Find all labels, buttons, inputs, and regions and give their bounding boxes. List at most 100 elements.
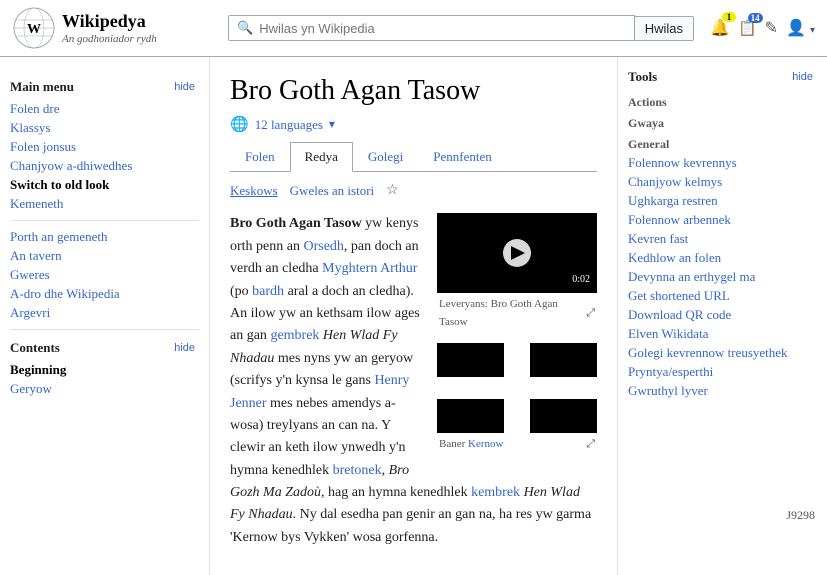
sidebar-item-beginning[interactable]: Beginning xyxy=(10,362,199,378)
star-icon[interactable]: ☆ xyxy=(386,182,399,199)
video-thumbnail[interactable]: 0:02 xyxy=(437,213,597,293)
sidebar-divider-2 xyxy=(10,329,199,330)
tools-item-lyver[interactable]: Gwruthyl lyver xyxy=(628,383,817,399)
tools-item-folennow-kevrennys[interactable]: Folennow kevrennys xyxy=(628,155,817,171)
tools-header: Tools hide xyxy=(628,69,817,85)
sidebar-item-folen-dre[interactable]: Folen dre xyxy=(10,101,199,117)
sidebar-item-a-dro[interactable]: A-dro dhe Wikipedia xyxy=(10,286,199,302)
sidebar-item-chanjyow[interactable]: Chanjyow a-dhiwedhes xyxy=(10,158,199,174)
expand-icon-2[interactable]: ⤢ xyxy=(586,436,595,454)
orsedh-link[interactable]: Orsedh xyxy=(303,239,343,254)
main-nav: Folen dre Klassys Folen jonsus Chanjyow … xyxy=(10,101,199,212)
tools-links: Folennow kevrennys Chanjyow kelmys Ughka… xyxy=(628,155,817,399)
sidebar-item-argevri[interactable]: Argevri xyxy=(10,305,199,321)
cornwall-flag-image[interactable] xyxy=(437,343,597,433)
tools-item-kedhlow[interactable]: Kedhlow an folen xyxy=(628,250,817,266)
tools-section-general: General xyxy=(628,137,817,152)
bretonek-link[interactable]: bretonek xyxy=(333,463,382,478)
lang-link[interactable]: 12 languages xyxy=(255,117,323,133)
alerts-icon: 🔔 xyxy=(710,20,730,37)
watchlist-icon: 📋 xyxy=(738,21,757,37)
tools-item-devynna[interactable]: Devynna an erthygel ma xyxy=(628,269,817,285)
wikipedia-logo: W xyxy=(12,6,56,50)
tools-hide-button[interactable]: hide xyxy=(788,70,817,84)
sidebar: Main menu hide Folen dre Klassys Folen j… xyxy=(0,57,210,575)
user-icon-container[interactable]: 👤 ▾ xyxy=(786,18,815,38)
alerts-icon-container[interactable]: 🔔 1 xyxy=(710,18,730,38)
article-body: 0:02 Leveryans: Bro Goth Agan Tasow ⤢ Ba… xyxy=(230,213,597,559)
tools-item-kevren-fast[interactable]: Kevren fast xyxy=(628,231,817,247)
tools-item-qr-code[interactable]: Download QR code xyxy=(628,307,817,323)
kembrek-link[interactable]: kembrek xyxy=(471,485,520,500)
sidebar-item-tavern[interactable]: An tavern xyxy=(10,248,199,264)
tab-folen[interactable]: Folen xyxy=(230,142,290,171)
subtabs-row: Keskows Gweles an istori ☆ xyxy=(230,182,597,199)
contributions-icon: ✎ xyxy=(765,20,778,37)
tools-title: Tools xyxy=(628,69,657,85)
image-caption: Baner Kernow ⤢ xyxy=(437,433,597,457)
header-icons: 🔔 1 📋 14 ✎ 👤 ▾ xyxy=(710,18,815,38)
expand-icon[interactable]: ⤢ xyxy=(586,305,595,323)
main-menu-title: Main menu xyxy=(10,79,74,95)
sidebar-item-gweres[interactable]: Gweres xyxy=(10,267,199,283)
site-name: Wikipedya xyxy=(62,11,157,33)
sidebar-item-folen-jonsus[interactable]: Folen jonsus xyxy=(10,139,199,155)
chevron-down-icon: ▾ xyxy=(329,117,335,132)
main-menu-hide-button[interactable]: hide xyxy=(170,80,199,94)
contents-nav: Beginning Geryow xyxy=(10,362,199,397)
bardh-link[interactable]: bardh xyxy=(252,284,284,299)
video-caption: Leveryans: Bro Goth Agan Tasow ⤢ xyxy=(437,293,597,334)
search-input[interactable] xyxy=(259,21,626,36)
page-title: Bro Goth Agan Tasow xyxy=(230,73,597,109)
tools-item-wikidata[interactable]: Elven Wikidata xyxy=(628,326,817,342)
contents-hide-button[interactable]: hide xyxy=(170,341,199,355)
tab-redya[interactable]: Redya xyxy=(290,142,353,172)
tools-panel: Tools hide Actions Gwaya General Folenno… xyxy=(617,57,827,575)
tools-item-pryntya[interactable]: Pryntya/esperthi xyxy=(628,364,817,380)
sidebar-item-kemeneth[interactable]: Kemeneth xyxy=(10,196,199,212)
logo-text: Wikipedya An godhoniador rydh xyxy=(62,11,157,45)
tab-golegi[interactable]: Golegi xyxy=(353,142,418,171)
henry-jenner-link[interactable]: Henry Jenner xyxy=(230,373,409,410)
myghtern-link[interactable]: Myghtern Arthur xyxy=(322,261,417,276)
article-bold-title: Bro Goth Agan Tasow xyxy=(230,216,362,231)
tools-item-shortened-url[interactable]: Get shortened URL xyxy=(628,288,817,304)
play-arrow-icon xyxy=(511,246,525,260)
sidebar-item-porth[interactable]: Porth an gemeneth xyxy=(10,229,199,245)
sidebar-item-geryow[interactable]: Geryow xyxy=(10,381,199,397)
search-area: 🔍 Hwilas xyxy=(228,15,694,41)
tools-item-chanjyow-kelmys[interactable]: Chanjyow kelmys xyxy=(628,174,817,190)
tabs-row: Folen Redya Golegi Pennfenten xyxy=(230,142,597,172)
main-content: Bro Goth Agan Tasow 🌐 12 languages ▾ Fol… xyxy=(210,57,617,575)
logo-area: W Wikipedya An godhoniador rydh xyxy=(12,6,212,50)
sidebar-item-switch-look[interactable]: Switch to old look xyxy=(10,177,199,193)
sidebar-item-klassys[interactable]: Klassys xyxy=(10,120,199,136)
tools-item-ughkarga[interactable]: Ughkarga restren xyxy=(628,193,817,209)
contents-header: Contents hide xyxy=(10,340,199,356)
tools-section-gwaya: Gwaya xyxy=(628,116,817,131)
main-menu-header: Main menu hide xyxy=(10,79,199,95)
tools-item-golegi[interactable]: Golegi kevrennow treusyethek xyxy=(628,345,817,361)
contributions-icon-container[interactable]: ✎ xyxy=(765,18,778,38)
community-nav: Porth an gemeneth An tavern Gweres A-dro… xyxy=(10,229,199,321)
play-button[interactable] xyxy=(503,239,531,267)
header: W Wikipedya An godhoniador rydh 🔍 Hwilas… xyxy=(0,0,827,57)
gembrek-link[interactable]: gembrek xyxy=(270,328,319,343)
alerts-badge: 1 xyxy=(722,12,736,22)
chevron-down-icon: ▾ xyxy=(810,25,815,36)
search-box: 🔍 xyxy=(228,15,635,41)
search-button[interactable]: Hwilas xyxy=(635,16,694,41)
page-number: J9298 xyxy=(786,508,815,523)
tab-pennfenten[interactable]: Pennfenten xyxy=(418,142,506,171)
baner-link[interactable]: Kernow xyxy=(468,438,503,450)
bro-gozh-italic: Bro Gozh Ma Zadoù xyxy=(230,463,409,500)
tools-item-folennow-arbennek[interactable]: Folennow arbennek xyxy=(628,212,817,228)
contents-title: Contents xyxy=(10,340,60,356)
watchlist-icon-container[interactable]: 📋 14 xyxy=(738,19,757,38)
layout: Main menu hide Folen dre Klassys Folen j… xyxy=(0,57,827,575)
video-caption-text: Leveryans: Bro Goth Agan Tasow xyxy=(439,296,586,331)
subtab-gweles[interactable]: Gweles an istori xyxy=(290,183,374,199)
watchlist-badge: 14 xyxy=(748,13,763,23)
subtab-keskows[interactable]: Keskows xyxy=(230,183,278,199)
search-icon: 🔍 xyxy=(237,20,253,36)
